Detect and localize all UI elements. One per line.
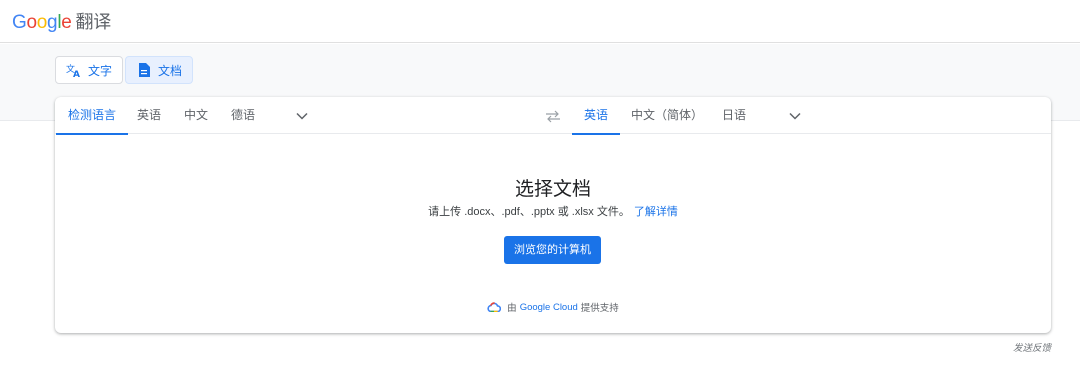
source-lang-chinese[interactable]: 中文 bbox=[184, 97, 208, 134]
source-lang-detect[interactable]: 检测语言 bbox=[55, 97, 129, 135]
learn-more-link[interactable]: 了解详情 bbox=[634, 206, 678, 218]
source-lang-english[interactable]: 英语 bbox=[137, 97, 161, 134]
document-icon bbox=[136, 62, 152, 78]
chevron-down-icon[interactable] bbox=[295, 109, 309, 123]
logo-letter: G bbox=[12, 12, 27, 33]
logo-letter: e bbox=[61, 12, 72, 33]
source-lang-german[interactable]: 德语 bbox=[231, 97, 255, 134]
target-lang-japanese[interactable]: 日语 bbox=[722, 97, 746, 134]
upload-description: 请上传 .docx、.pdf、.pptx 或 .xlsx 文件。 了解详情 bbox=[55, 203, 1051, 219]
top-app-bar: Google 翻译 bbox=[0, 0, 1080, 43]
document-translate-card: 检测语言 英语 中文 德语 英语 中文（简体） 日语 选择文档 请上传 .doc… bbox=[55, 97, 1051, 333]
upload-title: 选择文档 bbox=[514, 179, 591, 200]
upload-description-text: 请上传 .docx、.pdf、.pptx 或 .xlsx 文件。 bbox=[428, 206, 630, 218]
text-mode-label: 文字 bbox=[88, 63, 113, 78]
logo-letter: o bbox=[26, 12, 37, 33]
google-cloud-text: Google Cloud bbox=[519, 301, 578, 313]
powered-by: 由 Google Cloud 提供支持 bbox=[55, 300, 1051, 314]
google-cloud-icon bbox=[487, 302, 502, 312]
google-translate-logo[interactable]: Google 翻译 bbox=[12, 8, 111, 34]
logo-letter: o bbox=[36, 12, 48, 33]
translate-icon: 文A bbox=[66, 62, 82, 78]
language-bar: 检测语言 英语 中文 德语 英语 中文（简体） 日语 bbox=[55, 97, 1051, 135]
target-lang-chinese-simplified[interactable]: 中文（简体） bbox=[631, 97, 703, 134]
target-lang-english[interactable]: 英语 bbox=[571, 97, 621, 135]
document-mode-button[interactable]: 文档 bbox=[125, 56, 194, 84]
chevron-down-icon[interactable] bbox=[788, 109, 802, 123]
logo-letter: g bbox=[47, 12, 58, 33]
send-feedback-link[interactable]: 发送反馈 bbox=[1013, 340, 1051, 354]
product-name: 翻译 bbox=[75, 12, 112, 32]
powered-suffix: 提供支持 bbox=[580, 303, 619, 314]
document-mode-label: 文档 bbox=[158, 63, 183, 78]
browse-computer-button[interactable]: 浏览您的计算机 bbox=[504, 236, 601, 264]
svg-text:A: A bbox=[73, 70, 80, 78]
swap-languages-icon[interactable] bbox=[545, 109, 561, 123]
powered-prefix: 由 bbox=[507, 303, 517, 314]
text-mode-button[interactable]: 文A 文字 bbox=[55, 56, 124, 84]
